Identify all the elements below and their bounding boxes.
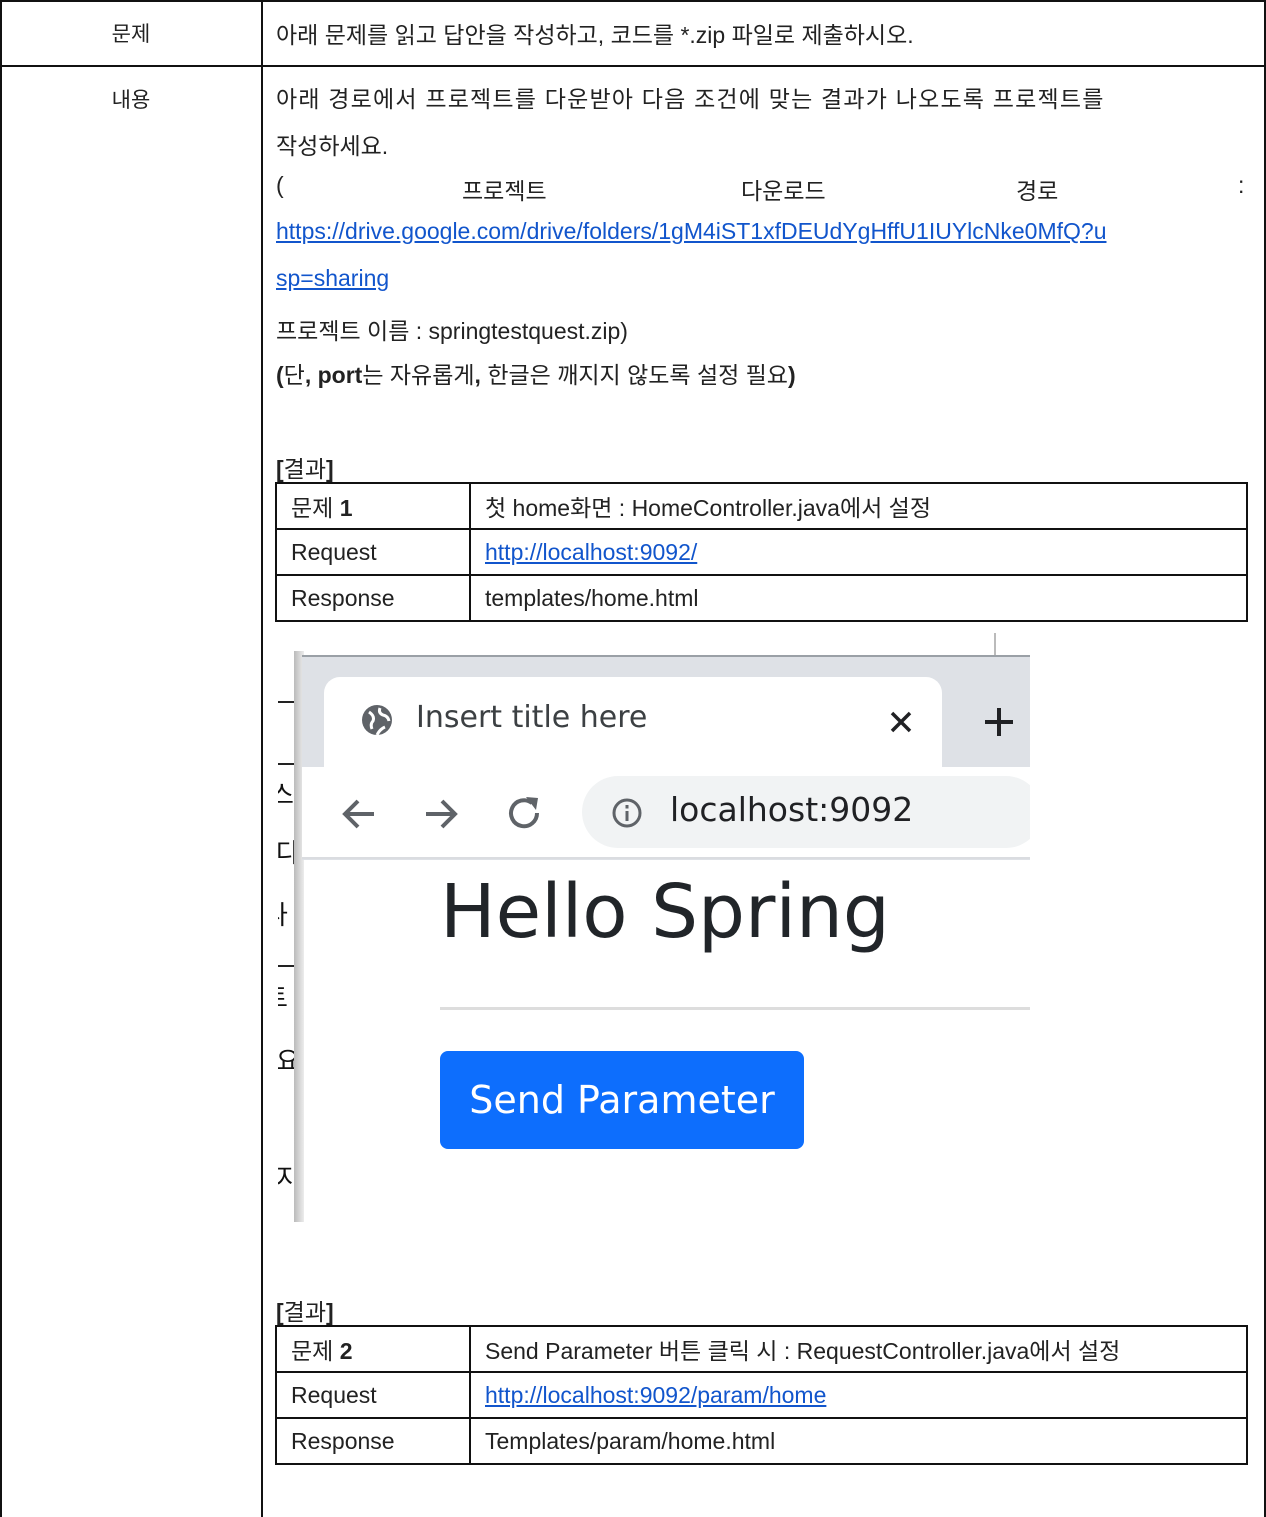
toolbar-divider (302, 857, 1030, 859)
result-heading-1-text: 결과 (283, 456, 326, 482)
row-label-content: 내용 (111, 88, 151, 112)
project-name: 프로젝트 이름 : springtestquest.zip) (276, 318, 628, 344)
download-path-word-path: 경로 (1016, 178, 1059, 204)
table-cell-value: Templates/param/home.html (469, 1417, 1248, 1465)
table-cell-value: templates/home.html (469, 574, 1248, 622)
table-border-top (0, 0, 1266, 2)
result-heading-1: [결과] (276, 450, 334, 484)
new-tab-plus-icon[interactable] (982, 705, 1016, 739)
result-heading-1-close: ] (326, 456, 334, 482)
note-comma-2: , (474, 362, 481, 388)
question-text: 아래 문제를 읽고 답안을 작성하고, 코드를 *.zip 파일로 제출하시오. (276, 22, 914, 48)
close-icon[interactable] (888, 709, 914, 735)
table-row: 문제 1 첫 home화면 : HomeController.java에서 설정 (275, 482, 1248, 530)
problem-number: 2 (339, 1338, 353, 1364)
frame-tick (994, 633, 996, 655)
request-url-link[interactable]: http://localhost:9092/ (485, 539, 697, 565)
result-heading-2-text: 결과 (283, 1299, 326, 1325)
result-heading-2-close: ] (326, 1299, 334, 1325)
download-path-word-download: 다운로드 (741, 178, 826, 204)
address-url: localhost:9092 (670, 790, 914, 829)
note-comma-1: , (304, 362, 312, 388)
table-row: Request http://localhost:9092/ (275, 528, 1248, 576)
table-row: Response Templates/param/home.html (275, 1417, 1248, 1465)
note-dan: 단 (283, 362, 305, 388)
window-top-edge (302, 655, 1030, 657)
table-cell-key: Request (275, 528, 471, 576)
forward-arrow-icon[interactable] (420, 793, 462, 835)
content-line-1: 아래 경로에서 프로젝트를 다운받아 다음 조건에 맞는 결과가 나오도록 프로… (276, 86, 1105, 112)
result-table-1: 문제 1 첫 home화면 : HomeController.java에서 설정… (275, 482, 1248, 622)
page-hr (440, 1007, 1030, 1010)
table-cell-key: Response (275, 1417, 471, 1465)
problem-label: 문제 (291, 495, 340, 521)
table-cell-value: Send Parameter 버튼 클릭 시 : RequestControll… (469, 1325, 1248, 1373)
table-cell-key: 문제 1 (275, 482, 471, 530)
result-table-2: 문제 2 Send Parameter 버튼 클릭 시 : RequestCon… (275, 1325, 1248, 1465)
table-cell-value: http://localhost:9092/ (469, 528, 1248, 576)
send-parameter-button[interactable]: Send Parameter (440, 1051, 804, 1149)
note-end: 한글은 깨지지 않도록 설정 필요 (487, 362, 788, 388)
table-cell-value: 첫 home화면 : HomeController.java에서 설정 (469, 482, 1248, 530)
download-path-colon: : (1238, 172, 1245, 198)
note-port: port (317, 362, 363, 388)
info-icon[interactable] (611, 797, 643, 829)
content-line-2: 작성하세요. (276, 133, 389, 159)
table-cell-key: Request (275, 1371, 471, 1419)
note-close: ) (787, 362, 796, 388)
browser-screenshot: 스 다 나 트 요 지 Insert title here local (278, 633, 1030, 1222)
table-cell-key: 문제 2 (275, 1325, 471, 1373)
side-glyph: 나 (278, 895, 288, 932)
tab-title: Insert title here (416, 700, 648, 735)
result-heading-2-open: [ (276, 1299, 284, 1325)
drive-link-line-2[interactable]: sp=sharing (276, 265, 389, 292)
globe-icon (362, 705, 392, 736)
table-divider (0, 65, 1266, 67)
problem-label: 문제 (291, 1338, 340, 1364)
table-row: Response templates/home.html (275, 574, 1248, 622)
download-path-paren: ( (276, 172, 284, 198)
table-border-left (0, 0, 2, 1517)
request-url-link[interactable]: http://localhost:9092/param/home (485, 1382, 826, 1408)
table-cell-key: Response (275, 574, 471, 622)
drive-link-line-1[interactable]: https://drive.google.com/drive/folders/1… (276, 218, 1106, 245)
back-arrow-icon[interactable] (338, 793, 380, 835)
download-path-word-project: 프로젝트 (462, 178, 547, 204)
result-heading-1-open: [ (276, 456, 284, 482)
problem-number: 1 (339, 495, 353, 521)
note-mid: 는 자유롭게 (362, 362, 475, 388)
note-open: ( (276, 362, 284, 388)
table-row: 문제 2 Send Parameter 버튼 클릭 시 : RequestCon… (275, 1325, 1248, 1373)
table-cell-value: http://localhost:9092/param/home (469, 1371, 1248, 1419)
page-heading: Hello Spring (440, 869, 890, 955)
settings-note: (단, port는 자유롭게, 한글은 깨지지 않도록 설정 필요) (276, 356, 796, 390)
table-column-divider (261, 0, 263, 1517)
side-glyph: 트 (278, 978, 288, 1015)
table-row: Request http://localhost:9092/param/home (275, 1371, 1248, 1419)
result-heading-2: [결과] (276, 1293, 334, 1327)
reload-icon[interactable] (504, 793, 546, 835)
side-glyph: 스 (278, 781, 294, 811)
row-label-question: 문제 (111, 22, 151, 46)
